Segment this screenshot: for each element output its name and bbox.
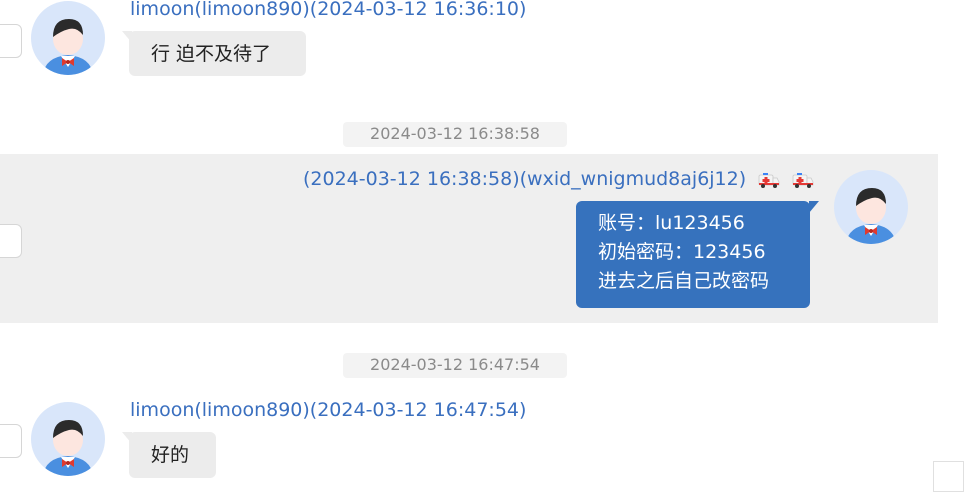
- avatar[interactable]: [31, 1, 105, 75]
- avatar[interactable]: [31, 402, 105, 476]
- message-line: 初始密码：123456: [598, 241, 766, 263]
- ambulance-icon: [792, 172, 814, 188]
- user-avatar-icon: [31, 1, 105, 75]
- sender-label: (2024-03-12 16:38:58)(wxid_wnigmud8aj6j1…: [303, 168, 814, 190]
- message-line: 进去之后自己改密码: [598, 270, 770, 292]
- message-select-checkbox[interactable]: [0, 224, 22, 258]
- message-bubble[interactable]: 账号：lu123456 初始密码：123456 进去之后自己改密码: [576, 201, 819, 308]
- avatar[interactable]: [834, 170, 908, 244]
- sender-label: limoon(limoon890)(2024-03-12 16:36:10): [130, 0, 527, 20]
- message-line: 账号：lu123456: [598, 212, 745, 234]
- timestamp-separator: 2024-03-12 16:38:58: [343, 122, 567, 147]
- message-text: 行 迫不及待了: [151, 43, 272, 65]
- timestamp-separator: 2024-03-12 16:47:54: [343, 353, 567, 378]
- user-avatar-icon: [834, 170, 908, 244]
- ambulance-icon: [758, 172, 780, 188]
- message-select-checkbox[interactable]: [0, 424, 22, 458]
- user-avatar-icon: [31, 402, 105, 476]
- message-bubble[interactable]: 好的: [122, 432, 216, 478]
- sender-label: limoon(limoon890)(2024-03-12 16:47:54): [130, 399, 527, 421]
- scrollbar-corner: [933, 461, 964, 492]
- message-text: 好的: [151, 444, 190, 466]
- message-select-checkbox[interactable]: [0, 24, 22, 58]
- message-bubble[interactable]: 行 迫不及待了: [122, 31, 306, 76]
